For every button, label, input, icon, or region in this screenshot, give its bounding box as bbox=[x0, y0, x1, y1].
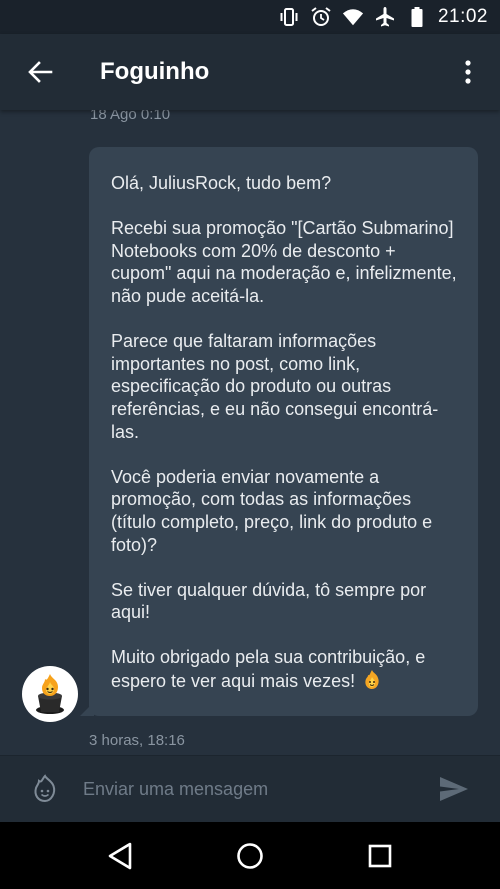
emoji-icon bbox=[34, 774, 56, 803]
bubble-tail bbox=[80, 702, 94, 716]
message-paragraph: Recebi sua promoção "[Cartão Submarino] … bbox=[111, 218, 457, 306]
app-bar: Foguinho bbox=[0, 34, 500, 110]
airplane-icon bbox=[374, 6, 396, 28]
avatar[interactable] bbox=[22, 666, 78, 722]
more-vert-icon bbox=[465, 60, 471, 84]
message-paragraph: Olá, JuliusRock, tudo bem? bbox=[111, 173, 332, 193]
alarm-icon bbox=[310, 6, 332, 28]
send-button[interactable] bbox=[434, 769, 474, 809]
message-timestamp: 3 horas, 18:16 bbox=[89, 732, 185, 749]
emoji-button[interactable] bbox=[27, 771, 63, 807]
battery-icon bbox=[406, 6, 428, 28]
fire-face-emoji-icon bbox=[361, 669, 383, 691]
vibrate-icon bbox=[278, 6, 300, 28]
page-title: Foguinho bbox=[100, 58, 210, 85]
message-text: Olá, JuliusRock, tudo bem? Recebi sua pr… bbox=[111, 172, 458, 693]
chat-area[interactable]: 18 Ago 0:10 Olá, JuliusRock, tudo bem? R… bbox=[0, 110, 500, 755]
back-button[interactable] bbox=[20, 52, 60, 92]
message-composer bbox=[0, 755, 500, 822]
send-icon bbox=[440, 777, 468, 801]
message-paragraph: Parece que faltaram informações importan… bbox=[111, 331, 439, 442]
previous-message-timestamp: 18 Ago 0:10 bbox=[90, 110, 171, 123]
system-nav-bar bbox=[0, 822, 500, 889]
status-icons bbox=[278, 6, 428, 28]
message-paragraph: Se tiver qualquer dúvida, tô sempre por … bbox=[111, 579, 427, 623]
foguinho-mascot-icon bbox=[36, 674, 64, 714]
message-bubble[interactable]: Olá, JuliusRock, tudo bem? Recebi sua pr… bbox=[89, 147, 478, 716]
message-input[interactable] bbox=[83, 769, 434, 809]
nav-recents-icon bbox=[368, 844, 392, 867]
status-time: 21:02 bbox=[437, 6, 488, 27]
arrow-back-icon bbox=[28, 61, 53, 83]
nav-back-icon bbox=[108, 842, 132, 869]
nav-recents-button[interactable] bbox=[355, 831, 405, 881]
more-options-button[interactable] bbox=[448, 52, 488, 92]
message-paragraph: Você poderia enviar novamente a promoção… bbox=[111, 466, 433, 555]
nav-home-button[interactable] bbox=[225, 831, 275, 881]
status-bar: 21:02 bbox=[0, 0, 500, 34]
nav-home-icon bbox=[237, 842, 263, 869]
message-paragraph-last: Muito obrigado pela sua contribuição, e … bbox=[111, 646, 458, 692]
wifi-icon bbox=[342, 6, 364, 28]
nav-back-button[interactable] bbox=[95, 831, 145, 881]
